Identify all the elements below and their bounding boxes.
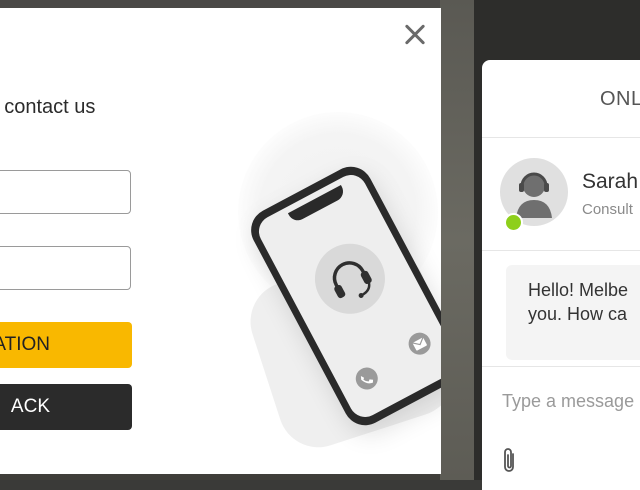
message-input[interactable]: [494, 386, 640, 416]
agent-name: Sarah: [582, 170, 639, 193]
chat-title: ONL: [600, 88, 640, 110]
close-icon[interactable]: [400, 20, 430, 50]
callback-button-label: ACK: [10, 396, 50, 417]
modal-heading: r contact us: [0, 96, 96, 118]
divider: [482, 366, 640, 367]
headset-icon: [302, 231, 398, 327]
chat-widget: ONL Sarah Consult Hello! Melbe you. How …: [482, 60, 640, 490]
contact-modal: r contact us ATION ACK: [0, 8, 441, 474]
consultation-button-label: ATION: [0, 334, 50, 355]
agent-role: Consult: [582, 201, 633, 218]
divider: [482, 137, 640, 138]
callback-button[interactable]: ACK: [0, 384, 132, 430]
paperclip-icon[interactable]: [500, 446, 520, 476]
phone-field[interactable]: [0, 246, 131, 290]
divider: [482, 250, 640, 251]
message-text: Hello! Melbe you. How ca: [528, 280, 629, 324]
consultation-button[interactable]: ATION: [0, 322, 132, 368]
online-status-dot: [504, 213, 523, 232]
phone-call-icon: [351, 363, 382, 394]
name-field[interactable]: [0, 170, 131, 214]
mail-icon: [404, 328, 435, 359]
